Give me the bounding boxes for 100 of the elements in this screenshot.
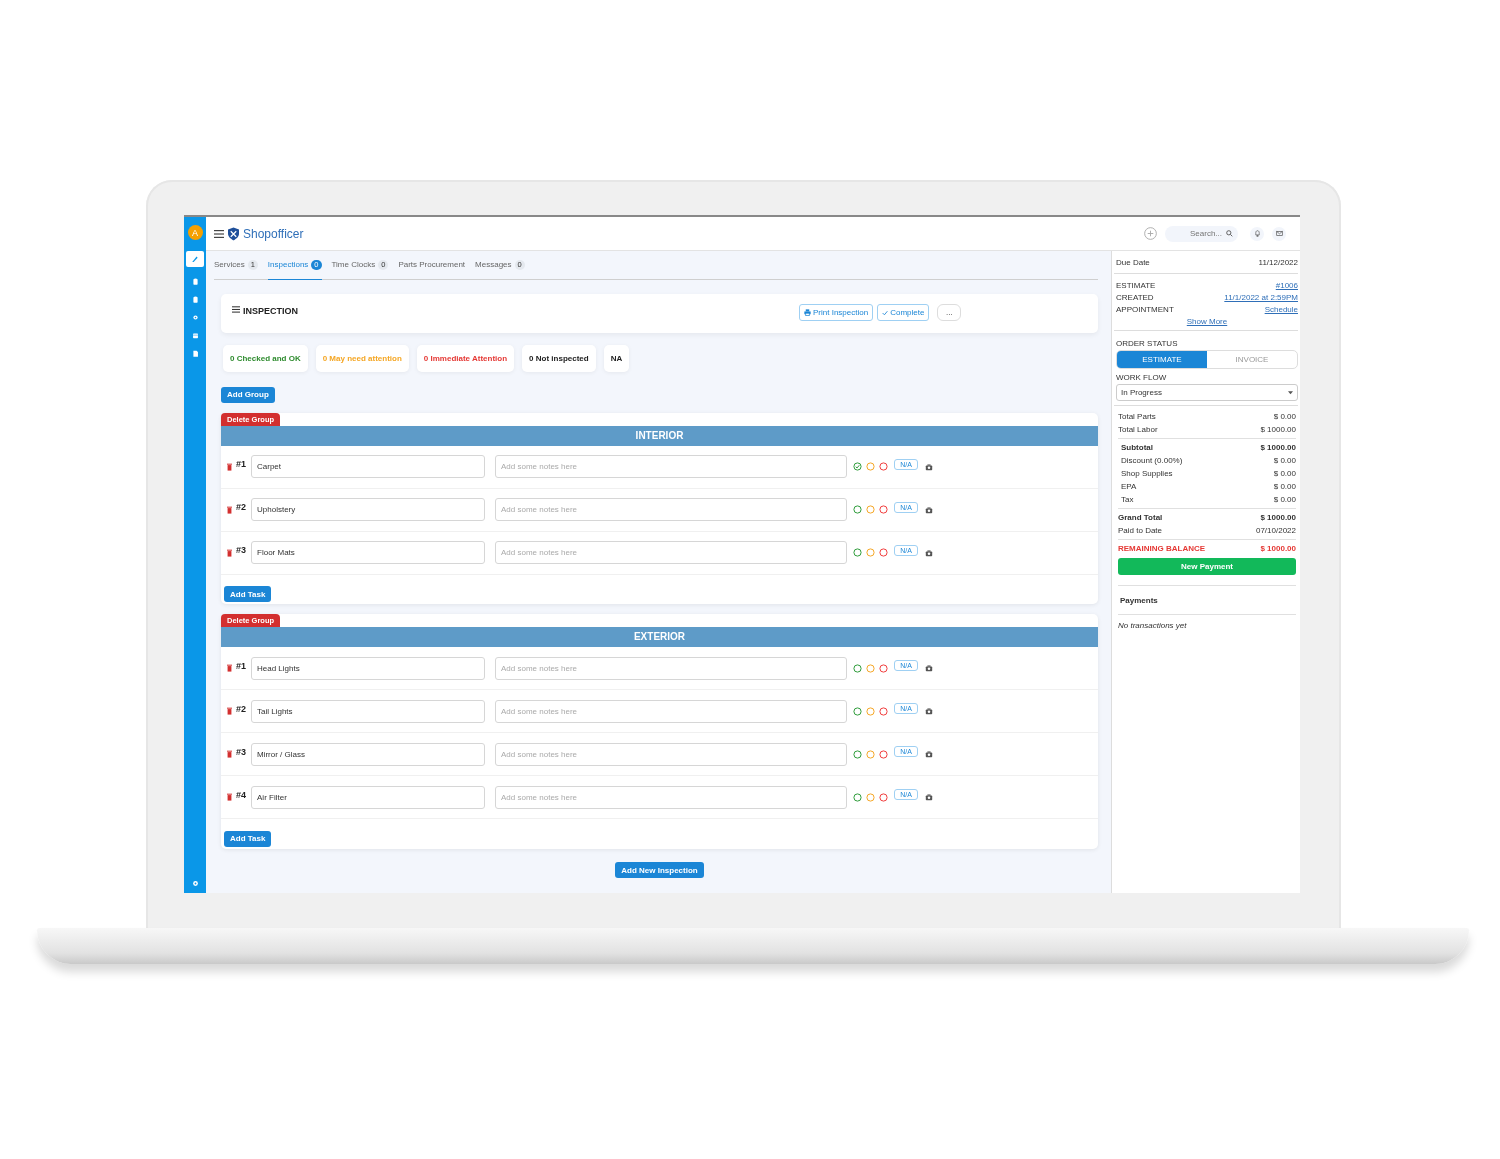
list-icon (232, 306, 240, 313)
total-value: $ 1000.00 (1260, 512, 1296, 524)
notes-field[interactable]: Add some notes here (495, 541, 847, 564)
attention-radio[interactable] (866, 663, 875, 673)
camera-icon[interactable] (925, 750, 933, 758)
trash-icon[interactable] (227, 664, 232, 672)
detail-link[interactable]: Schedule (1264, 304, 1298, 316)
attention-radio[interactable] (866, 706, 875, 716)
attention-radio[interactable] (866, 792, 875, 802)
ok-radio[interactable] (853, 706, 862, 716)
print-button[interactable]: Print Inspection (799, 304, 874, 321)
trash-icon[interactable] (227, 505, 232, 514)
urgent-radio[interactable] (879, 505, 888, 514)
settings-icon[interactable] (191, 880, 199, 887)
trash-icon[interactable] (227, 462, 232, 471)
task-number: #3 (236, 545, 246, 555)
task-number: #2 (236, 703, 246, 714)
summary-chip[interactable]: 0 Not inspected (522, 345, 596, 372)
add-task-button[interactable]: Add Task (224, 830, 272, 847)
notes-field[interactable]: Add some notes here (495, 742, 847, 766)
task-name-field[interactable]: Head Lights (251, 656, 485, 680)
detail-link[interactable]: 11/1/2022 at 2:59PM (1224, 292, 1298, 304)
doc-icon[interactable] (191, 350, 199, 357)
tab[interactable]: Parts Procurement (398, 260, 466, 280)
summary-chip[interactable]: 0 Checked and OK (223, 345, 308, 372)
more-button[interactable]: ... (937, 304, 962, 321)
add-group-button[interactable]: Add Group (221, 386, 275, 403)
total-value: $ 0.00 (1273, 411, 1296, 423)
summary-chip[interactable]: 0 Immediate Attention (416, 345, 515, 372)
total-label: Tax (1121, 494, 1134, 506)
pencil-icon[interactable] (186, 251, 204, 267)
clipboard-icon[interactable] (191, 278, 199, 285)
total-value: $ 0.00 (1273, 468, 1296, 480)
new-payment-button[interactable]: New Payment (1118, 558, 1296, 575)
urgent-radio[interactable] (879, 462, 888, 471)
task-name-field[interactable]: Carpet (251, 455, 485, 478)
task-name-field[interactable]: Mirror / Glass (251, 742, 485, 766)
attention-radio[interactable] (866, 462, 875, 471)
total-label: Total Labor (1118, 424, 1158, 436)
clipboard-icon[interactable] (191, 296, 199, 303)
camera-icon[interactable] (925, 707, 933, 715)
total-label: EPA (1121, 481, 1137, 493)
summary-chip[interactable]: NA (603, 345, 630, 372)
urgent-radio[interactable] (879, 663, 888, 673)
status-option[interactable]: INVOICE (1207, 351, 1297, 368)
field-label: CREATED (1116, 292, 1154, 304)
trash-icon[interactable] (227, 793, 232, 801)
urgent-radio[interactable] (879, 706, 888, 716)
total-label: REMAINING BALANCE (1118, 543, 1206, 555)
notes-field[interactable]: Add some notes here (495, 498, 847, 521)
attention-radio[interactable] (866, 749, 875, 759)
notes-field[interactable]: Add some notes here (495, 699, 847, 723)
ok-radio[interactable] (853, 505, 862, 514)
notes-field[interactable]: Add some notes here (495, 785, 847, 809)
ok-radio[interactable] (853, 749, 862, 759)
task-name-field[interactable]: Air Filter (251, 785, 485, 809)
status-option[interactable]: ESTIMATE (1117, 351, 1207, 368)
bell-icon[interactable] (1250, 226, 1264, 241)
search-icon[interactable] (1226, 230, 1233, 237)
total-value: 07/10/2022 (1255, 525, 1296, 537)
total-value: $ 1000.00 (1260, 442, 1296, 454)
ok-radio[interactable] (853, 663, 862, 673)
menu-icon[interactable] (214, 229, 224, 238)
gear-icon[interactable] (191, 314, 199, 321)
add-inspection-button[interactable]: Add New Inspection (615, 862, 704, 878)
task-number: #1 (236, 660, 246, 671)
trash-icon[interactable] (227, 750, 232, 758)
ok-radio[interactable] (853, 462, 862, 471)
complete-button[interactable]: Complete (877, 304, 930, 321)
attention-radio[interactable] (866, 505, 875, 514)
trash-icon[interactable] (227, 548, 232, 557)
task-name-field[interactable]: Upholstery (251, 498, 485, 521)
camera-icon[interactable] (925, 664, 933, 672)
trash-icon[interactable] (227, 707, 232, 715)
add-icon[interactable] (1144, 227, 1157, 240)
task-name-field[interactable]: Tail Lights (251, 699, 485, 723)
mail-icon[interactable] (1272, 226, 1286, 241)
empty-message: No transactions yet (1118, 620, 1188, 630)
camera-icon[interactable] (925, 462, 933, 471)
task-name-field[interactable]: Floor Mats (251, 541, 485, 564)
ok-radio[interactable] (853, 548, 862, 557)
add-task-button[interactable]: Add Task (224, 586, 272, 602)
notes-field[interactable]: Add some notes here (495, 455, 847, 478)
ok-radio[interactable] (853, 792, 862, 802)
attention-radio[interactable] (866, 548, 875, 557)
camera-icon[interactable] (925, 548, 933, 557)
show-more-link[interactable]: Show More (1186, 317, 1228, 326)
detail-link[interactable]: #1006 (1275, 280, 1298, 292)
search-bar[interactable]: Search... (1165, 225, 1238, 242)
work-flow-select[interactable]: In Progress (1116, 384, 1298, 401)
printer-icon (804, 309, 811, 316)
calendar-icon[interactable] (191, 332, 199, 339)
search-field[interactable]: Search... (1170, 229, 1226, 238)
urgent-radio[interactable] (879, 548, 888, 557)
camera-icon[interactable] (925, 505, 933, 514)
brand-name[interactable]: Shopofficer (243, 226, 304, 241)
urgent-radio[interactable] (879, 792, 888, 802)
urgent-radio[interactable] (879, 749, 888, 759)
notes-field[interactable]: Add some notes here (495, 656, 847, 680)
camera-icon[interactable] (925, 793, 933, 801)
